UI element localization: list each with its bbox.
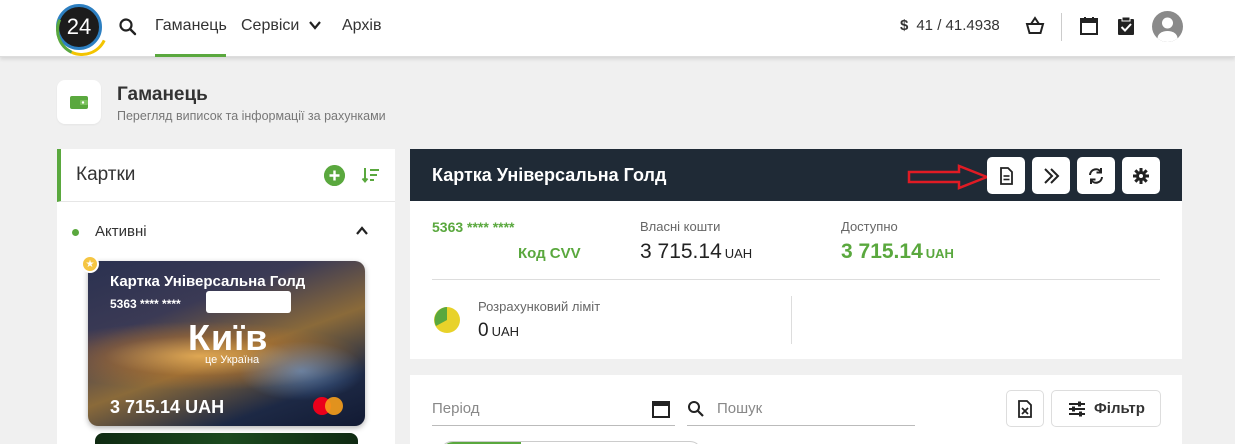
document-icon <box>1000 166 1013 185</box>
cvv-link[interactable]: Код CVV <box>518 245 581 262</box>
refresh-button[interactable] <box>1077 157 1115 194</box>
credit-limit-label: Розрахунковий ліміт <box>478 299 601 314</box>
mastercard-logo-icon <box>313 397 343 415</box>
add-card-icon[interactable] <box>324 165 345 186</box>
card-detail-header: Картка Універсальна Голд <box>410 149 1182 201</box>
card-detail-body: 5363 **** **** Код CVV Власні кошти 3 71… <box>410 201 1182 359</box>
credit-limit-value: 0 <box>478 320 489 341</box>
annotation-arrow-icon <box>907 164 989 190</box>
search-icon[interactable] <box>118 17 138 37</box>
exchange-rate-value: 41 / 41.4938 <box>916 17 1000 34</box>
excel-file-icon <box>1018 399 1032 418</box>
clipboard-check-icon[interactable] <box>1115 15 1137 37</box>
available-value: 3 715.14 <box>841 240 923 263</box>
period-input[interactable]: Період <box>432 400 480 417</box>
search-icon <box>688 401 704 417</box>
exchange-rate[interactable]: $41 / 41.4938 <box>900 17 1000 34</box>
detail-card-number: 5363 **** **** <box>432 219 515 235</box>
statement-button[interactable] <box>987 157 1025 194</box>
calendar-icon[interactable] <box>651 399 671 419</box>
topbar-divider <box>1061 13 1062 41</box>
credit-limit-amount: 0 UAH <box>478 320 519 342</box>
cards-panel-header: Картки <box>57 149 395 202</box>
detail-vertical-divider <box>791 296 792 344</box>
period-input-underline <box>432 425 675 426</box>
own-funds-amount: 3 715.14 UAH <box>640 240 752 264</box>
avatar-icon[interactable] <box>1152 11 1183 42</box>
privat24-logo[interactable]: 24 <box>56 4 102 50</box>
page-subtitle: Перегляд виписок та інформації за рахунк… <box>117 109 386 123</box>
dollar-icon: $ <box>900 17 909 34</box>
own-funds-currency: UAH <box>724 246 753 261</box>
logo-text: 24 <box>66 14 92 39</box>
card-balance: 3 715.14 UAH <box>110 397 225 417</box>
card-number: 5363 **** **** <box>110 297 181 311</box>
chevron-up-icon[interactable] <box>354 223 370 239</box>
nav-archive-link[interactable]: Архів <box>342 17 381 35</box>
nav-services-link[interactable]: Сервіси <box>241 17 299 35</box>
statement-filter-panel: Період Пошук Фільтр <box>410 375 1182 444</box>
card-name: Картка Універсальна Голд <box>110 273 306 290</box>
available-amount: 3 715.14 UAH <box>841 240 954 264</box>
settings-button[interactable] <box>1122 157 1160 194</box>
card-number-redaction <box>206 291 291 313</box>
own-funds-label: Власні кошти <box>640 219 721 234</box>
nav-active-indicator <box>155 54 226 57</box>
nav-wallet-link[interactable]: Гаманець <box>155 17 227 35</box>
basket-icon[interactable] <box>1024 15 1046 37</box>
card-city-text: Київ <box>188 317 269 358</box>
filter-button-label: Фільтр <box>1094 400 1145 417</box>
bank-card[interactable]: Картка Універсальна Голд 5363 **** **** … <box>88 261 365 426</box>
active-cards-group-label[interactable]: Активні <box>95 223 147 240</box>
active-status-dot <box>72 229 79 236</box>
available-label: Доступно <box>841 219 898 234</box>
credit-limit-currency: UAH <box>491 324 520 339</box>
card-detail-title: Картка Універсальна Голд <box>432 165 667 185</box>
card-city-subtext: це Україна <box>205 354 260 366</box>
available-currency: UAH <box>925 246 954 261</box>
gear-icon <box>1133 167 1149 184</box>
search-input[interactable]: Пошук <box>717 400 762 417</box>
favorite-star-icon: ★ <box>81 255 99 273</box>
transfer-button[interactable] <box>1032 157 1070 194</box>
chevron-down-icon[interactable] <box>307 17 323 33</box>
search-input-underline <box>687 425 915 426</box>
sliders-icon <box>1069 401 1085 416</box>
top-navigation-bar: 24 Гаманець Сервіси Архів $41 / 41.4938 <box>0 0 1235 57</box>
double-chevron-right-icon <box>1044 167 1060 184</box>
detail-divider <box>432 279 1160 280</box>
filter-button[interactable]: Фільтр <box>1051 390 1161 427</box>
next-bank-card[interactable] <box>95 433 358 444</box>
cards-title: Картки <box>76 164 136 185</box>
sort-icon[interactable] <box>361 165 381 185</box>
export-excel-button[interactable] <box>1006 390 1044 427</box>
pie-chart-icon <box>434 307 460 333</box>
page-title: Гаманець <box>117 84 208 105</box>
own-funds-value: 3 715.14 <box>640 240 722 263</box>
wallet-icon <box>57 80 101 124</box>
cards-panel: Картки Активні Картка Універсальна Голд … <box>57 149 395 444</box>
refresh-icon <box>1089 167 1103 184</box>
calendar-icon[interactable] <box>1078 15 1100 37</box>
